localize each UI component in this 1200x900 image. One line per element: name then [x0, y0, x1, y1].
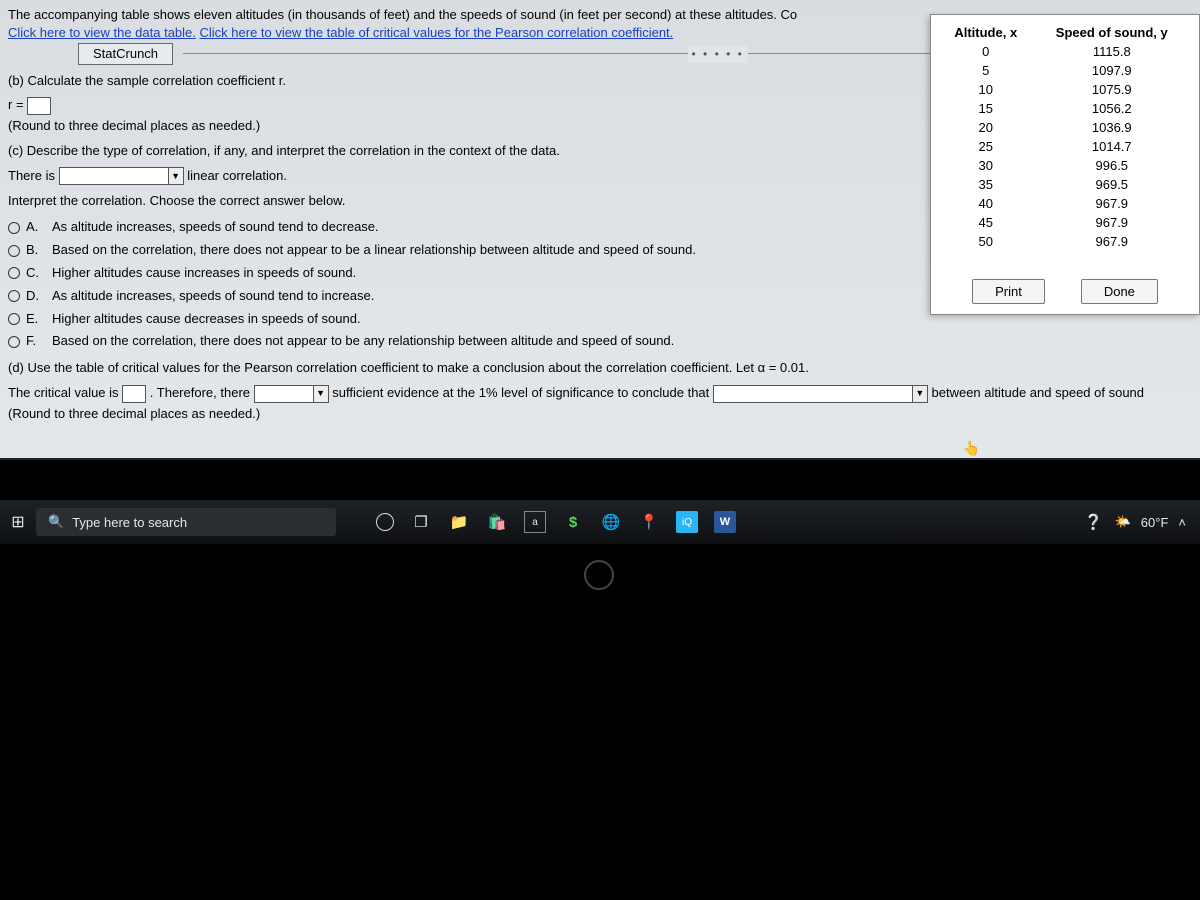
chevron-down-icon[interactable]: ▼ [313, 385, 329, 403]
option-d-letter: D. [26, 286, 46, 307]
cursor-icon: 👆 [963, 440, 980, 457]
store-icon[interactable]: 🛍️ [486, 511, 508, 533]
linear-correlation-label: linear correlation. [187, 168, 287, 183]
option-f-letter: F. [26, 331, 46, 352]
temperature-label: 60°F [1141, 515, 1169, 530]
table-row: 45967.9 [939, 213, 1191, 232]
hp-logo-icon [584, 560, 614, 590]
table-row: 50967.9 [939, 232, 1191, 251]
r-value-input[interactable] [27, 97, 51, 115]
option-a-letter: A. [26, 217, 46, 238]
start-button[interactable]: ⊞ [0, 512, 36, 532]
taskbar-search[interactable]: 🔍 Type here to search [36, 508, 336, 536]
money-app-icon[interactable]: $ [562, 511, 584, 533]
amazon-icon[interactable]: a [524, 511, 546, 533]
sufficient-evidence-label: sufficient evidence at the 1% level of s… [332, 385, 709, 400]
iq-app-icon[interactable]: iQ [676, 511, 698, 533]
location-icon[interactable]: 📍 [638, 511, 660, 533]
intro-text: The accompanying table shows eleven alti… [8, 7, 797, 22]
cortana-icon[interactable] [376, 513, 394, 531]
table-row: 151056.2 [939, 99, 1191, 118]
table-row: 35969.5 [939, 175, 1191, 194]
search-icon: 🔍 [48, 514, 64, 530]
task-view-icon[interactable]: ❐ [410, 511, 432, 533]
question-panel: The accompanying table shows eleven alti… [0, 0, 1200, 460]
there-is-label: There is [8, 168, 55, 183]
chevron-down-icon[interactable]: ▼ [912, 385, 928, 403]
option-f-text: Based on the correlation, there does not… [52, 331, 674, 352]
option-d-text: As altitude increases, speeds of sound t… [52, 286, 374, 307]
print-button[interactable]: Print [972, 279, 1045, 304]
option-b-letter: B. [26, 240, 46, 261]
data-table-popup: Altitude, xSpeed of sound, y 01115.8 510… [930, 14, 1200, 315]
col-altitude-header: Altitude, x [939, 23, 1033, 42]
option-c-radio[interactable] [8, 267, 20, 279]
statcrunch-button[interactable]: StatCrunch [78, 43, 173, 65]
option-c-letter: C. [26, 263, 46, 284]
option-c-text: Higher altitudes cause increases in spee… [52, 263, 356, 284]
table-row: 01115.8 [939, 42, 1191, 61]
windows-taskbar: ⊞ 🔍 Type here to search ❐ 📁 🛍️ a $ 🌐 📍 i… [0, 500, 1200, 544]
therefore-label: . Therefore, there [150, 385, 250, 400]
weather-icon[interactable]: 🌤️ [1115, 514, 1131, 530]
col-speed-header: Speed of sound, y [1033, 23, 1191, 42]
search-placeholder: Type here to search [72, 515, 187, 530]
done-button[interactable]: Done [1081, 279, 1158, 304]
edge-icon[interactable]: 🌐 [600, 511, 622, 533]
option-e-radio[interactable] [8, 313, 20, 325]
option-a-text: As altitude increases, speeds of sound t… [52, 217, 379, 238]
round-note-d: (Round to three decimal places as needed… [8, 404, 1192, 425]
option-b-radio[interactable] [8, 245, 20, 257]
r-equals-label: r = [8, 97, 24, 112]
below-screen-area [0, 544, 1200, 900]
option-e-text: Higher altitudes cause decreases in spee… [52, 309, 361, 330]
conclusion-select[interactable] [713, 385, 913, 403]
table-row: 30996.5 [939, 156, 1191, 175]
table-row: 51097.9 [939, 61, 1191, 80]
word-icon[interactable]: W [714, 511, 736, 533]
option-e-letter: E. [26, 309, 46, 330]
correlation-type-select[interactable] [59, 167, 169, 185]
file-explorer-icon[interactable]: 📁 [448, 511, 470, 533]
option-b-text: Based on the correlation, there does not… [52, 240, 696, 261]
conclusion-tail-label: between altitude and speed of sound [932, 385, 1145, 400]
ellipsis-icon: • • • • • [688, 46, 748, 62]
table-row: 101075.9 [939, 80, 1191, 99]
view-critical-values-link[interactable]: Click here to view the table of critical… [200, 25, 674, 40]
part-d-prompt: (d) Use the table of critical values for… [8, 358, 1192, 379]
critical-value-input[interactable] [122, 385, 146, 403]
critical-value-label: The critical value is [8, 385, 119, 400]
option-d-radio[interactable] [8, 290, 20, 302]
table-row: 251014.7 [939, 137, 1191, 156]
table-row: 40967.9 [939, 194, 1191, 213]
is-isnot-select[interactable] [254, 385, 314, 403]
table-row: 201036.9 [939, 118, 1191, 137]
chevron-down-icon[interactable]: ▼ [168, 167, 184, 185]
option-f-radio[interactable] [8, 336, 20, 348]
option-a-radio[interactable] [8, 222, 20, 234]
tray-chevron-icon[interactable]: ˄ [1178, 515, 1186, 530]
view-data-table-link[interactable]: Click here to view the data table. [8, 25, 196, 40]
data-table: Altitude, xSpeed of sound, y 01115.8 510… [939, 23, 1191, 251]
help-icon[interactable]: ❔ [1083, 511, 1105, 533]
